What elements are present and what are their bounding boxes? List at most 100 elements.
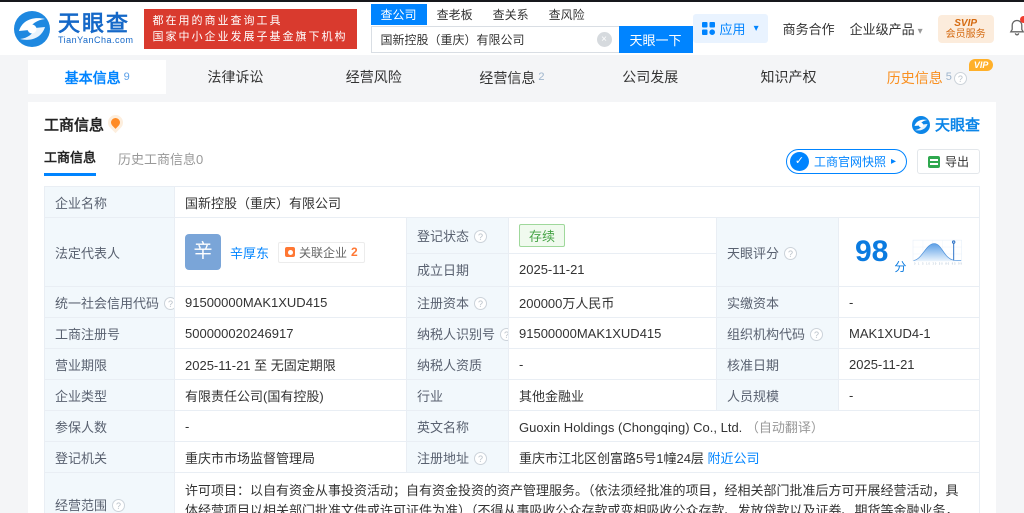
search-tab-risk[interactable]: 查风险 [539, 4, 595, 25]
clear-icon[interactable] [596, 32, 612, 47]
help-icon[interactable] [164, 296, 174, 310]
tab-label: 公司发展 [622, 69, 679, 85]
tab-intellectual-property[interactable]: 知识产权 [719, 60, 857, 94]
tab-history-info[interactable]: 历史信息5 VIP [858, 59, 996, 94]
nav-business-cooperation[interactable]: 商务合作 [783, 19, 835, 38]
search-tab-company[interactable]: 查公司 [370, 4, 427, 25]
reg-authority-value: 重庆市市场监督管理局 [174, 441, 407, 473]
tab-company-development[interactable]: 公司发展 [581, 60, 719, 94]
page: 天眼查 TianYanCha.com 都在用的商业查询工具 国家中小企业发展子基… [0, 0, 1024, 513]
tab-legal-litigation[interactable]: 法律诉讼 [166, 60, 304, 94]
help-icon[interactable] [784, 246, 798, 260]
legal-rep-link[interactable]: 辛厚东 [230, 243, 269, 262]
arrow-right-icon [891, 156, 896, 167]
field-label: 参保人数 [44, 410, 175, 442]
field-label: 经营范围 [44, 472, 175, 513]
subtab-history-business-info[interactable]: 历史工商信息0 [118, 149, 203, 175]
score-value: 98 [855, 235, 889, 268]
reg-capital-value: 200000万人民币 [508, 286, 717, 318]
table-row: 企业类型 有限责任公司(国有控股) 行业 其他金融业 人员规模 - [44, 379, 980, 411]
svip-sublabel: 会员服务 [945, 28, 986, 40]
related-company-icon [285, 247, 296, 257]
search-tab-relation[interactable]: 查关系 [483, 4, 539, 25]
search-tab-boss[interactable]: 查老板 [427, 4, 483, 25]
help-icon[interactable] [112, 499, 126, 512]
taxpayer-quality-value: - [508, 348, 717, 380]
help-icon[interactable] [474, 451, 488, 465]
nav-enterprise-products[interactable]: 企业级产品 [850, 19, 923, 38]
related-company-badge[interactable]: 关联企业 2 [278, 241, 365, 263]
tab-operating-risk[interactable]: 经营风险 [305, 60, 443, 94]
tianyancha-watermark: 天眼查 [911, 114, 980, 135]
tab-label: 历史信息 [886, 70, 943, 86]
help-icon[interactable] [810, 327, 824, 341]
field-label: 核准日期 [716, 348, 839, 380]
official-snapshot-button[interactable]: 工商官网快照 [785, 149, 907, 174]
notification-bell[interactable] [1009, 15, 1024, 39]
brand-name: 天眼查 [58, 10, 131, 36]
english-name-value: Guoxin Holdings (Chongqing) Co., Ltd. （自… [508, 410, 980, 442]
nearby-companies-link[interactable]: 附近公司 [708, 451, 760, 466]
subtab-business-info[interactable]: 工商信息 [44, 147, 97, 176]
approval-date-value: 2025-11-21 [838, 348, 980, 380]
chevron-down-icon [918, 26, 923, 37]
help-icon[interactable] [474, 229, 488, 243]
tab-operating-info[interactable]: 经营信息 2 [443, 60, 581, 94]
score-distribution-chart: 0 1 5 10 30 50 80 95 99 100 [913, 239, 963, 265]
table-row: 统一社会信用代码 91500000MAK1XUD415 注册资本 200000万… [44, 286, 980, 318]
slogan-line1: 都在用的商业查询工具 [152, 14, 283, 27]
search-button[interactable]: 天眼一下 [618, 26, 693, 53]
header-nav: 应用 商务合作 企业级产品 SVIP 会员服务 此处有... [692, 14, 1024, 43]
apps-menu[interactable]: 应用 [692, 14, 768, 43]
export-button[interactable]: 导出 [916, 149, 980, 174]
table-row: 法定代表人 辛 辛厚东 关联企业 2 登记状态 存续 天眼评分 [44, 217, 980, 287]
svip-label: SVIP [954, 17, 978, 29]
field-label: 注册地址 [406, 441, 509, 473]
search-tabs: 查公司 查老板 查关系 查风险 [370, 4, 693, 25]
table-row: 营业期限 2025-11-21 至 无固定期限 纳税人资质 - 核准日期 202… [44, 348, 980, 380]
legal-rep-avatar[interactable]: 辛 [185, 234, 221, 270]
table-row: 工商注册号 500000020246917 纳税人识别号 91500000MAK… [44, 317, 980, 349]
field-label: 纳税人识别号 [406, 317, 509, 349]
hot-icon [109, 116, 122, 129]
svip-member-badge[interactable]: SVIP 会员服务 [937, 14, 994, 43]
help-icon[interactable] [474, 296, 488, 310]
tab-basic-info[interactable]: 基本信息 9 [28, 60, 167, 94]
site-header: 天眼查 TianYanCha.com 都在用的商业查询工具 国家中小企业发展子基… [0, 2, 1024, 55]
est-date-value: 2025-11-21 [508, 252, 717, 288]
field-label: 法定代表人 [44, 217, 175, 287]
export-file-icon [927, 155, 940, 168]
table-row: 企业名称 国新控股（重庆）有限公司 [44, 186, 980, 218]
tianyancha-logo-icon [14, 10, 50, 47]
tianyancha-watermark-icon [911, 115, 930, 134]
field-label: 英文名称 [406, 410, 509, 442]
field-label: 工商注册号 [44, 317, 175, 349]
paid-capital-value: - [838, 286, 980, 318]
snapshot-label: 工商官网快照 [813, 155, 886, 169]
related-company-count: 2 [351, 245, 358, 259]
tianyan-score-cell[interactable]: 98 分 0 1 5 10 30 50 80 95 99 [838, 217, 980, 287]
tab-count: 5 [945, 71, 952, 83]
field-label: 企业名称 [44, 186, 175, 218]
field-label: 纳税人资质 [406, 348, 509, 380]
help-icon[interactable] [500, 327, 508, 341]
auto-translate-note: （自动翻译） [745, 419, 824, 435]
business-info-card: 工商信息 天眼查 工商信息 历史工商信息0 工商官网快照 [28, 102, 996, 513]
search-input[interactable] [370, 26, 619, 53]
related-company-label: 关联企业 [299, 245, 348, 260]
business-term-value: 2025-11-21 至 无固定期限 [174, 348, 407, 380]
brand-domain: TianYanCha.com [58, 34, 134, 45]
search-area: 查公司 查老板 查关系 查风险 天眼一下 [370, 4, 693, 53]
vip-badge: VIP [968, 59, 994, 71]
slogan-banner: 都在用的商业查询工具 国家中小企业发展子基金旗下机构 [143, 8, 357, 49]
field-label: 成立日期 [406, 252, 509, 288]
tab-label: 法律诉讼 [207, 69, 264, 85]
company-name-value: 国新控股（重庆）有限公司 [174, 186, 980, 218]
field-label: 人员规模 [716, 379, 839, 411]
tianyancha-logo[interactable]: 天眼查 TianYanCha.com [12, 9, 134, 49]
apps-label: 应用 [719, 22, 746, 37]
field-label: 组织机构代码 [716, 317, 839, 349]
field-label: 登记状态 [406, 217, 509, 254]
score-axis-labels: 0 1 5 10 30 50 80 95 99 100 [914, 262, 963, 265]
field-label: 登记机关 [44, 441, 175, 473]
